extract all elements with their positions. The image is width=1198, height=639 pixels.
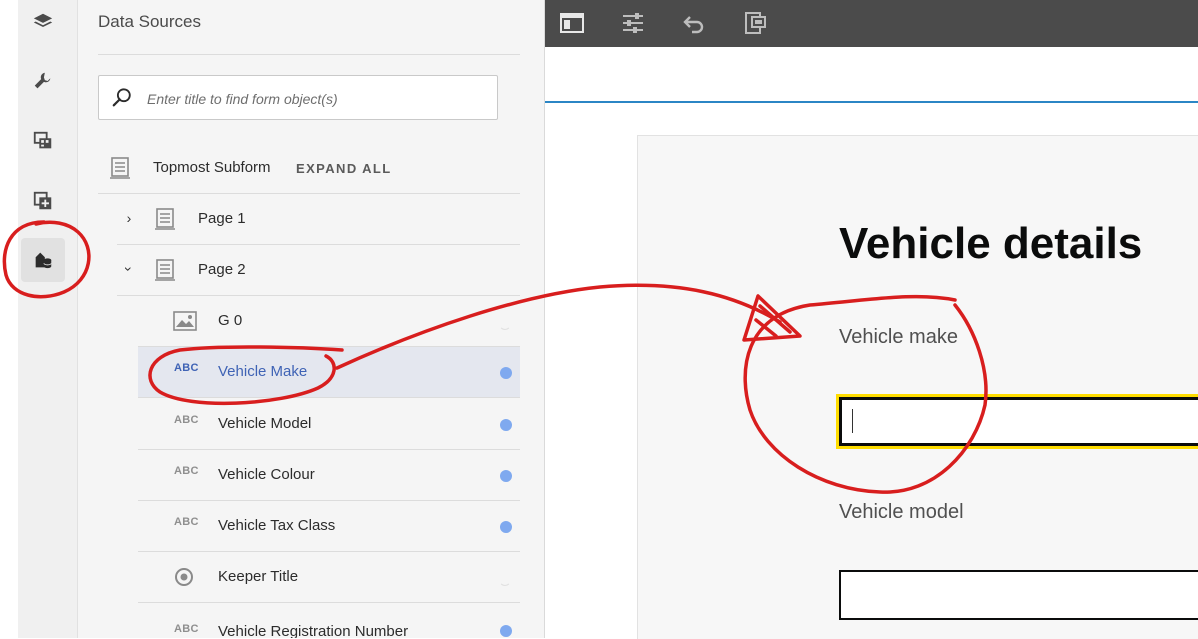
- text-field-icon: ABC: [174, 414, 199, 426]
- page-icon: [155, 259, 175, 281]
- sidebar-toggle-icon[interactable]: [556, 7, 588, 39]
- tree-label: Topmost Subform: [153, 159, 271, 176]
- tree-row-page-1[interactable]: › Page 1: [117, 194, 520, 245]
- search-box: [98, 75, 498, 120]
- tree-label: Vehicle Model: [218, 415, 312, 432]
- add-fragment-icon[interactable]: [21, 179, 65, 223]
- text-caret: [852, 409, 853, 433]
- search-input[interactable]: [145, 84, 489, 114]
- vehicle-make-label: Vehicle make: [839, 326, 958, 348]
- bound-indicator: [500, 419, 512, 431]
- tree-label: Keeper Title: [218, 568, 299, 585]
- divider: [98, 54, 520, 55]
- canvas-header: [545, 47, 1198, 103]
- wrench-icon[interactable]: [21, 59, 65, 103]
- tree-row-g0[interactable]: G 0: [138, 296, 520, 347]
- layers-icon[interactable]: [21, 0, 65, 44]
- tree-row-vehicle-model[interactable]: ABC Vehicle Model: [138, 399, 520, 450]
- tree-label: Vehicle Registration Number: [218, 623, 409, 638]
- vehicle-model-input[interactable]: [839, 570, 1198, 620]
- tree-row-keeper-title[interactable]: Keeper Title: [138, 552, 520, 603]
- form-heading: Vehicle details: [839, 219, 1143, 268]
- panel-title: Data Sources: [98, 12, 201, 31]
- bound-indicator: [500, 521, 512, 533]
- chevron-down-icon[interactable]: ›: [121, 263, 137, 275]
- tree-label: Vehicle Make: [218, 363, 308, 380]
- tree-row-vehicle-colour[interactable]: ABC Vehicle Colour: [138, 450, 520, 501]
- text-field-icon: ABC: [174, 623, 199, 635]
- bound-indicator: [500, 470, 512, 482]
- assets-icon[interactable]: [21, 119, 65, 163]
- image-icon: [173, 311, 197, 331]
- text-field-icon: ABC: [174, 465, 199, 477]
- preview-icon[interactable]: [739, 7, 771, 39]
- properties-icon[interactable]: [617, 7, 649, 39]
- search-icon: [112, 88, 131, 107]
- chevron-right-icon[interactable]: ›: [123, 210, 135, 226]
- form-page: [637, 135, 1198, 639]
- tree-label: Page 1: [198, 210, 246, 227]
- tree-row-vehicle-tax-class[interactable]: ABC Vehicle Tax Class: [138, 501, 520, 552]
- tree-label: Page 2: [198, 261, 246, 278]
- tree-row-page-2[interactable]: › Page 2: [117, 245, 520, 296]
- rail-edge: [0, 0, 18, 638]
- tree-label: Vehicle Tax Class: [218, 517, 336, 534]
- tree-row-vehicle-make[interactable]: ABC Vehicle Make: [138, 347, 520, 398]
- tree-label: G 0: [218, 312, 243, 329]
- data-sources-icon[interactable]: [21, 238, 65, 282]
- text-field-icon: ABC: [174, 362, 199, 374]
- undo-icon[interactable]: [678, 7, 710, 39]
- radio-group-icon: [175, 568, 193, 586]
- text-field-icon: ABC: [174, 516, 199, 528]
- editor-toolbar: [545, 0, 1198, 47]
- bound-indicator: [500, 625, 512, 637]
- unbound-indicator: [499, 318, 511, 330]
- tree-label: Vehicle Colour: [218, 466, 315, 483]
- vehicle-model-label: Vehicle model: [839, 501, 964, 523]
- vehicle-make-input[interactable]: [836, 394, 1198, 449]
- page-icon: [155, 208, 175, 230]
- unbound-indicator: [499, 574, 511, 586]
- subform-icon: [110, 157, 130, 179]
- tree-row-vehicle-registration-number[interactable]: ABC Vehicle Registration Number: [138, 603, 520, 638]
- expand-all-button[interactable]: EXPAND ALL: [296, 161, 392, 176]
- bound-indicator: [500, 367, 512, 379]
